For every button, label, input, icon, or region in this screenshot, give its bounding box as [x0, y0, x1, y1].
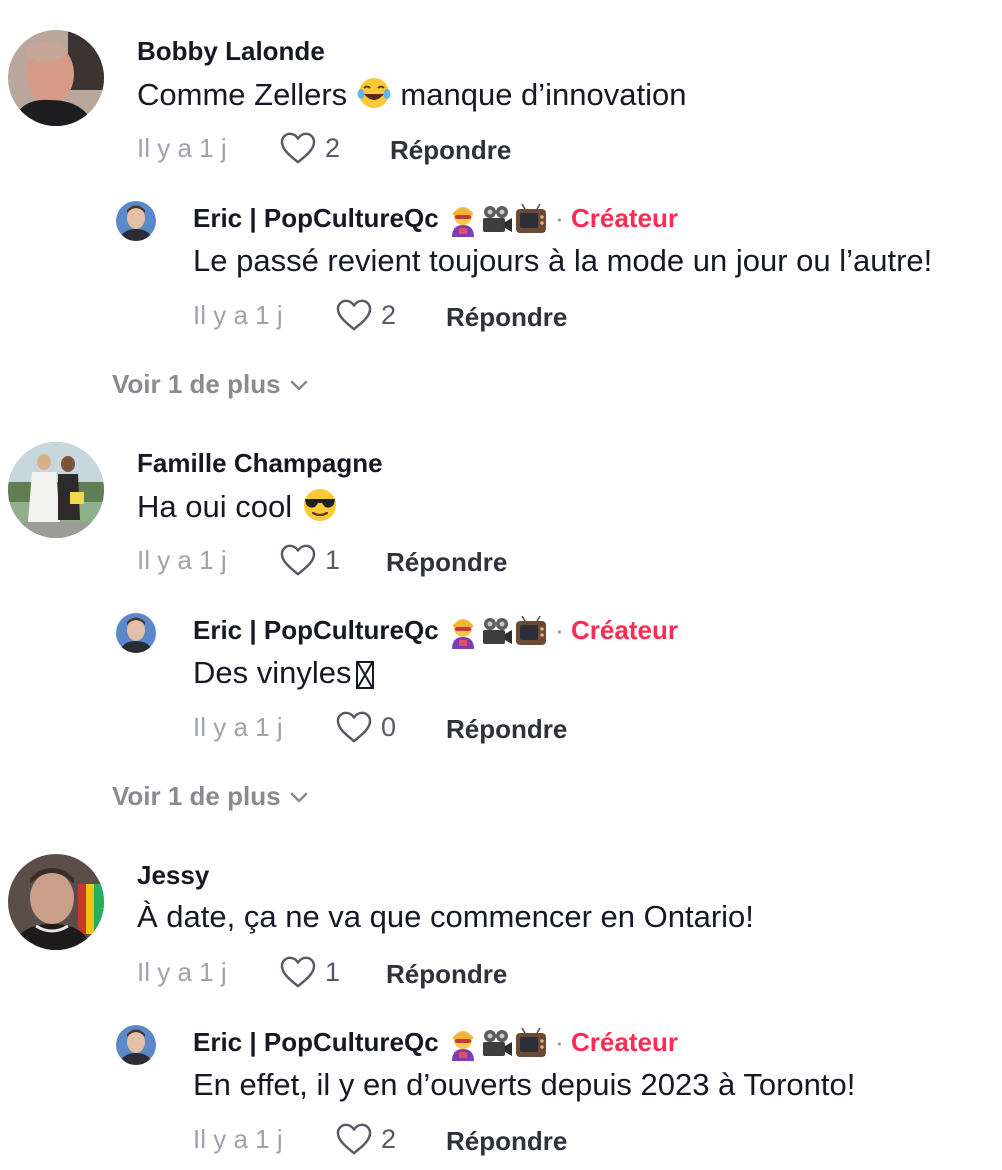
comment-time: Il y a 1 j [137, 133, 227, 163]
reply-button[interactable]: Répondre [386, 956, 507, 992]
view-more-label: Voir 1 de plus [112, 369, 281, 399]
television-icon [514, 1027, 548, 1061]
movie-camera-icon [480, 615, 514, 649]
reply-username-row: Eric | PopCultureQc · Créateur [193, 1027, 678, 1061]
chevron-down-icon [289, 792, 309, 804]
view-more-replies[interactable]: Voir 1 de plus [112, 368, 309, 400]
reply-text: Des vinyles [193, 655, 374, 691]
heart-icon [335, 1122, 373, 1156]
like-count: 1 [325, 957, 341, 987]
comment-text-part: manque d’innovation [400, 77, 687, 113]
superhero-icon [446, 615, 480, 649]
creator-badge: Créateur [571, 1027, 678, 1057]
unsupported-glyph-icon [355, 660, 374, 689]
reply-username[interactable]: Eric | PopCultureQc [193, 203, 439, 233]
view-more-replies[interactable]: Voir 1 de plus [112, 780, 309, 812]
heart-icon [335, 298, 373, 332]
comment-text: Comme Zellers manque d’innovation [137, 75, 687, 119]
heart-icon [279, 131, 317, 165]
reply-time: Il y a 1 j [193, 300, 283, 330]
comment-meta: Il y a 1 j 1 Répondre [137, 954, 557, 990]
reply-text-part: Des vinyles [193, 655, 352, 690]
reply-username-row: Eric | PopCultureQc · Créateur [193, 203, 678, 237]
comment-time: Il y a 1 j [137, 545, 227, 575]
reply-text: En effet, il y en d’ouverts depuis 2023 … [193, 1067, 856, 1102]
avatar[interactable] [116, 613, 156, 653]
like-count: 2 [381, 1124, 397, 1154]
heart-icon [279, 955, 317, 989]
like-count: 0 [381, 712, 397, 742]
comment-time: Il y a 1 j [137, 957, 227, 987]
reply-username[interactable]: Eric | PopCultureQc [193, 615, 439, 645]
creator-badge: Créateur [571, 615, 678, 645]
separator-dot: · [555, 1027, 564, 1057]
comment-text: À date, ça ne va que commencer en Ontari… [137, 899, 754, 934]
comment-item: Bobby Lalonde Comme Zellers manque d’inn… [0, 0, 1002, 410]
separator-dot: · [555, 203, 564, 233]
reply-time: Il y a 1 j [193, 1124, 283, 1154]
comment-item: Jessy À date, ça ne va que commencer en … [0, 824, 1002, 1170]
comment-meta: Il y a 1 j 1 Répondre [137, 542, 557, 578]
superhero-icon [446, 1027, 480, 1061]
reply-username-row: Eric | PopCultureQc · Créateur [193, 615, 678, 649]
comment-username[interactable]: Jessy [137, 860, 209, 890]
comment-username[interactable]: Famille Champagne [137, 448, 383, 478]
reply-time: Il y a 1 j [193, 712, 283, 742]
comment-item: Famille Champagne Ha oui cool Il y a 1 j… [0, 412, 1002, 822]
reply-text: Le passé revient toujours à la mode un j… [193, 243, 933, 278]
like-count: 2 [381, 300, 397, 330]
heart-icon [279, 543, 317, 577]
avatar[interactable] [8, 30, 104, 126]
reply-meta: Il y a 1 j 0 Répondre [193, 709, 613, 745]
reply-button[interactable]: Répondre [446, 711, 567, 747]
avatar[interactable] [8, 442, 104, 538]
reply-button[interactable]: Répondre [446, 1123, 567, 1159]
comment-username[interactable]: Bobby Lalonde [137, 36, 325, 66]
sunglasses-face-icon [301, 487, 339, 531]
reply-button[interactable]: Répondre [386, 544, 507, 580]
comment-text: Ha oui cool [137, 487, 339, 531]
view-more-label: Voir 1 de plus [112, 781, 281, 811]
like-count: 2 [325, 133, 341, 163]
television-icon [514, 615, 548, 649]
creator-badge: Créateur [571, 203, 678, 233]
reply-meta: Il y a 1 j 2 Répondre [193, 297, 613, 333]
tears-of-joy-icon [356, 75, 392, 119]
avatar[interactable] [116, 1025, 156, 1065]
reply-username[interactable]: Eric | PopCultureQc [193, 1027, 439, 1057]
comment-meta: Il y a 1 j 2 Répondre [137, 130, 557, 166]
television-icon [514, 203, 548, 237]
chevron-down-icon [289, 380, 309, 392]
superhero-icon [446, 203, 480, 237]
reply-meta: Il y a 1 j 2 Répondre [193, 1121, 613, 1157]
heart-icon [335, 710, 373, 744]
like-count: 1 [325, 545, 341, 575]
comment-text-part: Ha oui cool [137, 489, 293, 525]
comment-text-part: Comme Zellers [137, 77, 348, 113]
separator-dot: · [555, 615, 564, 645]
reply-button[interactable]: Répondre [390, 132, 511, 168]
avatar[interactable] [116, 201, 156, 241]
movie-camera-icon [480, 203, 514, 237]
reply-button[interactable]: Répondre [446, 299, 567, 335]
avatar[interactable] [8, 854, 104, 950]
movie-camera-icon [480, 1027, 514, 1061]
